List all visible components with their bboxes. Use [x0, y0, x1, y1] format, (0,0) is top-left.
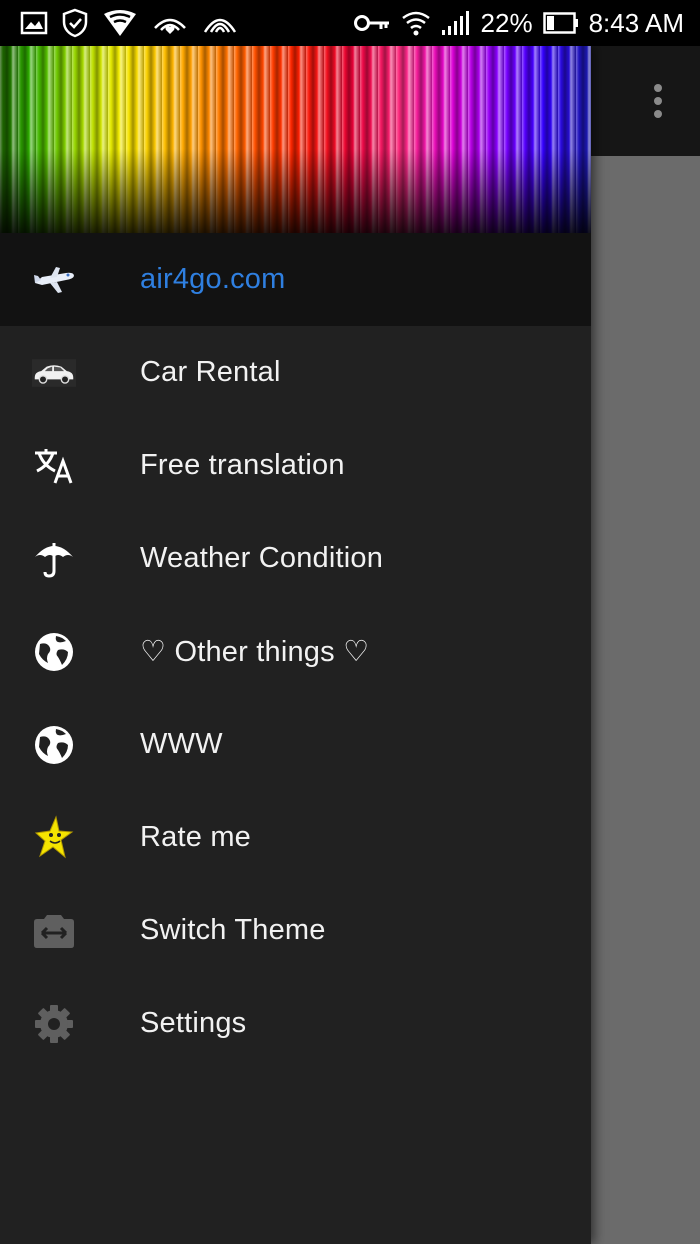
- menu-item-weather[interactable]: Weather Condition: [0, 512, 591, 605]
- menu-item-label: ♡ Other things ♡: [140, 636, 370, 668]
- hotspot-icon: [202, 10, 238, 36]
- drawer-menu: air4go.com Car Rental Free translation W…: [0, 233, 591, 1070]
- translate-icon: [32, 445, 76, 487]
- menu-item-label: Weather Condition: [140, 542, 384, 574]
- menu-item-label: WWW: [140, 728, 223, 760]
- battery-icon: [542, 12, 579, 34]
- battery-percent: 22%: [480, 7, 533, 38]
- globe-icon: [32, 724, 76, 766]
- menu-item-www[interactable]: WWW: [0, 698, 591, 791]
- drawer-header-image: [0, 46, 591, 233]
- menu-item-label: Switch Theme: [140, 914, 326, 946]
- switch-camera-icon: [32, 910, 76, 952]
- wifi-icon: [401, 8, 431, 38]
- menu-item-label: Free translation: [140, 449, 345, 481]
- umbrella-icon: [32, 538, 76, 580]
- overflow-menu-icon[interactable]: [648, 84, 668, 118]
- menu-item-label: Settings: [140, 1007, 247, 1039]
- menu-item-translation[interactable]: Free translation: [0, 419, 591, 512]
- menu-item-label: Rate me: [140, 821, 251, 853]
- image-notification-icon: [20, 11, 48, 35]
- menu-item-air4go[interactable]: air4go.com: [0, 233, 591, 326]
- shield-check-icon: [62, 8, 88, 38]
- navigation-drawer: air4go.com Car Rental Free translation W…: [0, 46, 591, 1244]
- clock: 8:43 AM: [588, 7, 684, 38]
- menu-item-switch-theme[interactable]: Switch Theme: [0, 884, 591, 977]
- gear-icon: [32, 1003, 76, 1045]
- menu-item-car-rental[interactable]: Car Rental: [0, 326, 591, 419]
- globe-icon: [32, 631, 76, 673]
- wifi-heart-icon: [152, 10, 188, 36]
- menu-item-other-things[interactable]: ♡ Other things ♡: [0, 605, 591, 698]
- vpn-shield-icon: [102, 8, 138, 38]
- menu-item-label: air4go.com: [140, 263, 286, 295]
- star-icon: [32, 815, 76, 859]
- car-icon: [32, 352, 76, 394]
- status-bar: 22% 8:43 AM: [0, 0, 700, 46]
- menu-item-label: Car Rental: [140, 356, 281, 388]
- menu-item-rate-me[interactable]: Rate me: [0, 791, 591, 884]
- vpn-key-icon: [353, 12, 391, 34]
- signal-icon: [441, 10, 471, 36]
- menu-item-settings[interactable]: Settings: [0, 977, 591, 1070]
- airplane-icon: [32, 259, 76, 301]
